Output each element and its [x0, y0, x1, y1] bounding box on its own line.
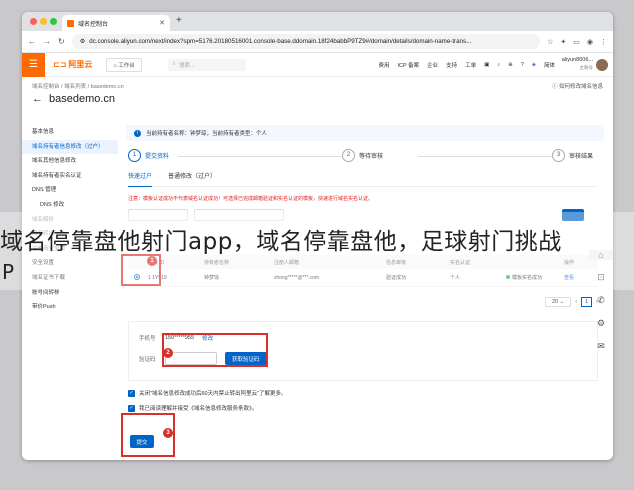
main-content: i 当前持有者名称：钟梦琼，当前持有者类型：个人 1 提交资料 2 等待审核 3…	[126, 125, 604, 448]
code-label: 验证码	[139, 356, 156, 363]
menu-enterprise[interactable]: 企业	[427, 61, 438, 69]
user-role: 主账号	[579, 65, 594, 70]
minimize-window-icon[interactable]	[40, 18, 47, 25]
extension-icon[interactable]: ✦	[560, 38, 566, 46]
sidebar-item-other-info[interactable]: 域名其他信息修改	[22, 154, 118, 169]
page-header: 域名控制台 / 域名列表 / basedemo.cn ⓘ 如何修改域名信息 ← …	[22, 77, 613, 115]
sidebar-item-transfer[interactable]: 域名持有者信息修改（过户）	[22, 139, 118, 155]
top-menu: 费用 ICP 备案 企业 支持 工单 ▣ ♪ ⊕ ? ◈ 简体	[378, 53, 555, 77]
home-icon: ⌂	[113, 62, 117, 69]
tab-normal-transfer[interactable]: 普通修改（过户）	[168, 171, 216, 186]
search-input[interactable]: ⌕ 搜索...	[167, 58, 246, 71]
info-icon: i	[134, 129, 141, 137]
menu-icp[interactable]: ICP 备案	[397, 61, 419, 69]
breadcrumb[interactable]: 域名控制台 / 域名列表 / basedemo.cn	[32, 82, 124, 90]
prev-page-icon[interactable]: ‹	[575, 299, 577, 305]
menu-fee[interactable]: 费用	[378, 61, 389, 69]
tab-quick-transfer[interactable]: 快速过户	[128, 171, 153, 187]
terminal-icon[interactable]: ▣	[484, 62, 489, 68]
language-switch[interactable]: 简体	[544, 61, 555, 69]
aliyun-favicon-icon	[67, 19, 74, 27]
address-bar: ← → ↻ ⚙ dc.console.aliyun.com/next/index…	[22, 31, 613, 53]
aliyun-logo[interactable]: ⊏⊐ 阿里云	[53, 59, 92, 70]
profile-icon[interactable]: ◉	[587, 38, 593, 46]
bookmark-icon[interactable]: ☆	[547, 38, 553, 46]
overlay-text-line-1: 域名停靠盘他射门app，域名停靠盘他，足球射门挑战	[0, 229, 562, 255]
step-2: 2 等待审核	[342, 149, 388, 162]
url-text: dc.console.aliyun.com/next/index?spm=517…	[89, 38, 472, 45]
workbench-button[interactable]: ⌂ 工作台	[106, 57, 142, 72]
new-tab-icon[interactable]: +	[176, 15, 182, 26]
settings-float-icon[interactable]: ⚙	[597, 318, 605, 329]
more-menu-icon[interactable]: ⋮	[600, 38, 607, 46]
tab-close-icon[interactable]: ✕	[159, 19, 165, 27]
step-1: 1 提交资料	[128, 149, 174, 162]
forward-icon[interactable]: →	[43, 37, 51, 46]
checkbox-lock[interactable]: ✓	[128, 389, 135, 397]
back-icon[interactable]: ←	[28, 37, 36, 46]
sidebar-item-push[interactable]: 带价Push	[22, 300, 118, 315]
maximize-window-icon[interactable]	[50, 18, 57, 25]
sidebar-item-basic[interactable]: 基本信息	[22, 125, 118, 140]
help-icon[interactable]: ?	[521, 62, 524, 68]
subtabs: 快速过户 普通修改（过户）	[128, 171, 598, 187]
steps: 1 提交资料 2 等待审核 3 审核结果	[128, 149, 598, 165]
console-header: ☰ ⊏⊐ 阿里云 ⌂ 工作台 ⌕ 搜索... 费用 ICP 备案 企业 支持 工…	[22, 52, 613, 77]
check-agreement[interactable]: ✓ 我已阅读理解并接受《域名信息修改服务条款》。	[128, 404, 257, 412]
step-3: 3 审核结果	[552, 149, 598, 162]
question-icon: ⓘ	[551, 84, 558, 90]
avatar[interactable]	[596, 59, 608, 71]
sidebar-item-realname[interactable]: 域名持有者实名认证	[22, 169, 118, 184]
tab-title: 域名控制台	[78, 21, 109, 28]
page-title: ← basedemo.cn	[32, 93, 116, 105]
menu-support[interactable]: 支持	[446, 61, 457, 69]
close-window-icon[interactable]	[30, 18, 37, 25]
warning-text: 注意：模板认证成功不代表域名认证成功！可选择已完成邮箱验证和实名认证的模板，快速…	[128, 196, 374, 202]
highlight-code	[162, 333, 268, 367]
help-link[interactable]: ⓘ 如何修改域名信息	[552, 82, 603, 90]
browser-tab[interactable]: 域名控制台 ✕	[62, 15, 170, 31]
sidebar-icon[interactable]: ▭	[573, 38, 580, 46]
tab-bar: 域名控制台 ✕ +	[22, 12, 613, 31]
holder-notice: i 当前持有者名称：钟梦琼，当前持有者类型：个人	[126, 125, 604, 141]
cart-icon[interactable]: ⊕	[508, 62, 513, 68]
phone-label: 手机号	[139, 336, 156, 342]
search-icon: ⌕	[172, 61, 176, 67]
check-lock[interactable]: ✓ 关闭"域名信息修改成功后60天内禁止转出阿里云"了解更多。	[128, 389, 287, 397]
logo-mark-icon: ⊏⊐	[53, 60, 67, 69]
overlay-text-line-2: P	[2, 260, 15, 284]
user-name: aliyun8606...	[561, 57, 593, 63]
back-arrow-icon[interactable]: ←	[32, 93, 43, 105]
reload-icon[interactable]: ↻	[58, 37, 65, 46]
sidebar-item-dns-modify[interactable]: DNS 修改	[22, 198, 118, 213]
menu-ticket[interactable]: 工单	[465, 61, 476, 69]
ai-assistant-icon[interactable]: ◈	[532, 62, 536, 68]
checkbox-agreement[interactable]: ✓	[128, 404, 135, 412]
step-badge-3: 3	[163, 428, 173, 438]
chat-float-icon[interactable]: ✉	[597, 341, 605, 352]
site-info-icon[interactable]: ⚙	[80, 38, 86, 45]
user-info[interactable]: aliyun8606... 主账号	[562, 57, 593, 71]
sidebar-item-dns[interactable]: DNS 管理	[22, 183, 118, 198]
step-line	[178, 156, 346, 157]
menu-icon[interactable]: ☰	[22, 52, 45, 77]
bell-icon[interactable]: ♪	[497, 62, 500, 68]
phone-float-icon[interactable]: ✆	[597, 295, 605, 306]
url-field[interactable]: ⚙ dc.console.aliyun.com/next/index?spm=5…	[71, 34, 541, 49]
step-badge-2: 2	[163, 348, 173, 358]
page-size-select[interactable]: 20 ⌄	[544, 297, 572, 307]
